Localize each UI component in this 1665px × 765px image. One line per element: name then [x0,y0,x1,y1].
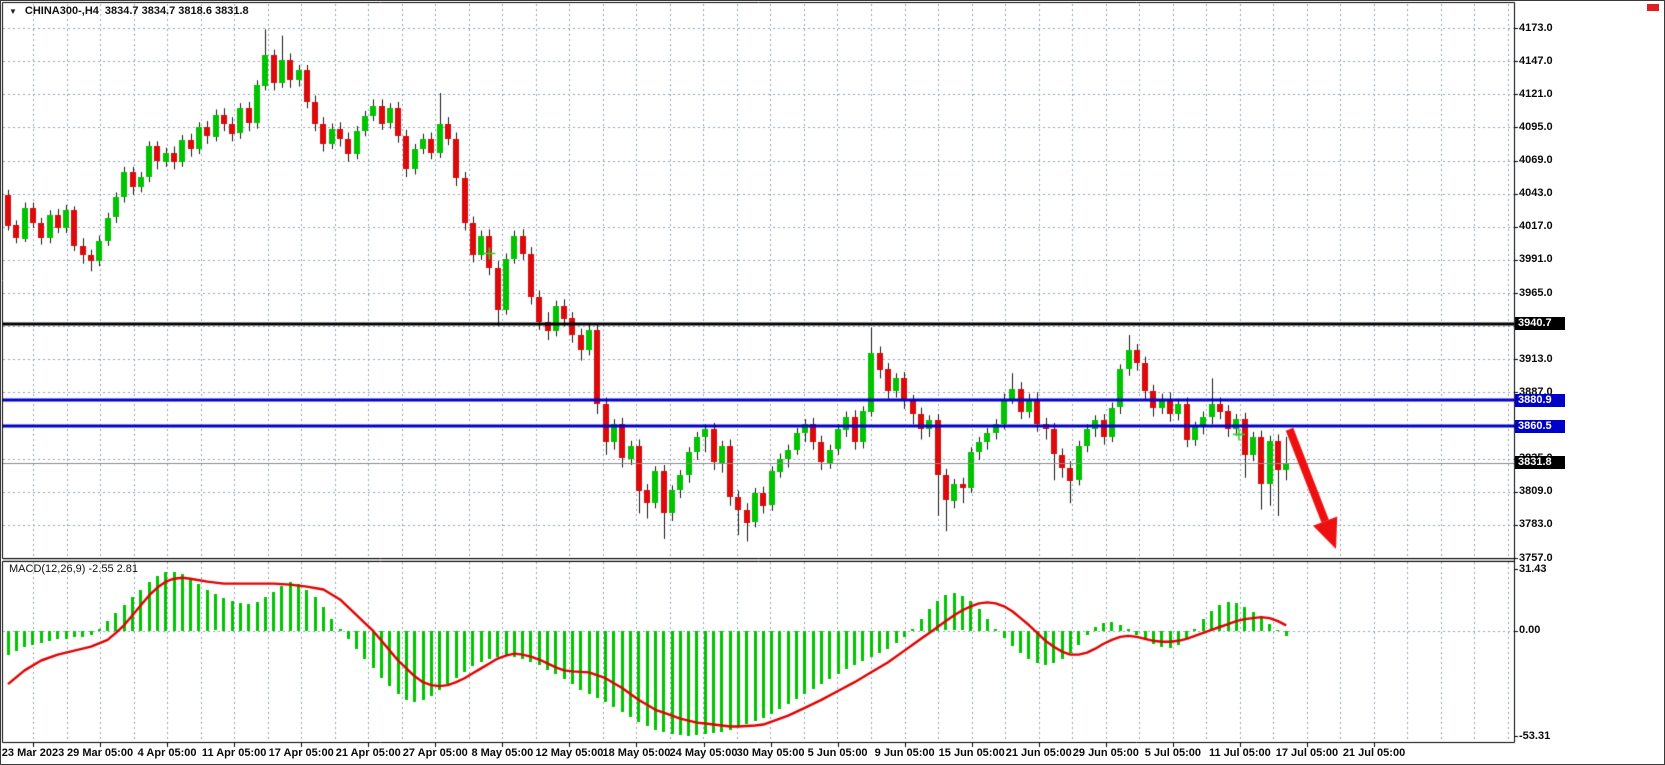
price-badge: 3831.8 [1515,456,1565,469]
top-right-red-marker [1647,4,1659,11]
price-axis-label: 4121.0 [1519,88,1579,101]
time-axis-label: 11 Apr 05:00 [202,747,266,759]
price-axis-label: 4043.0 [1519,187,1579,200]
time-axis-label: 5 Jun 05:00 [808,747,868,759]
time-axis-label: 29 Jun 05:00 [1073,747,1139,759]
time-axis-label: 23 Mar 2023 [2,747,64,759]
time-axis-label: 9 Jun 05:00 [875,747,935,759]
time-axis-label: 18 May 05:00 [602,747,670,759]
price-axis-label: 3809.0 [1519,485,1579,498]
time-axis-label: 29 Mar 05:00 [67,747,133,759]
time-axis-label: 17 Jul 05:00 [1276,747,1338,759]
price-axis-label: 4095.0 [1519,121,1579,134]
price-badge: 3880.9 [1515,394,1565,407]
price-axis-label: 3965.0 [1519,287,1579,300]
price-axis-label: 4173.0 [1519,22,1579,35]
time-axis-label: 15 Jun 05:00 [939,747,1005,759]
time-axis-label: 5 Jul 05:00 [1145,747,1201,759]
time-axis-label: 27 Apr 05:00 [403,747,468,759]
price-axis-label: 4017.0 [1519,220,1579,233]
chart-canvas[interactable] [1,1,1665,765]
price-axis-label: 3991.0 [1519,253,1579,266]
macd-indicator-label: MACD(12,26,9) -2.55 2.81 [9,563,138,575]
chart-title-bar: ▼ CHINA300-,H4 3834.7 3834.7 3818.6 3831… [7,4,249,18]
time-axis-label: 4 Apr 05:00 [138,747,197,759]
time-axis-label: 11 Jul 05:00 [1209,747,1271,759]
macd-axis-label: -53.31 [1519,730,1579,743]
price-axis-label: 4147.0 [1519,55,1579,68]
time-axis-label: 12 May 05:00 [535,747,603,759]
time-axis-label: 21 Apr 05:00 [336,747,401,759]
time-axis-label: 21 Jun 05:00 [1006,747,1072,759]
time-axis-label: 17 Apr 05:00 [269,747,334,759]
time-axis-label: 24 May 05:00 [670,747,738,759]
ohlc-readout: 3834.7 3834.7 3818.6 3831.8 [105,5,249,17]
price-badge: 3860.5 [1515,420,1565,433]
price-badge: 3940.7 [1515,317,1565,330]
macd-values: -2.55 2.81 [88,563,138,575]
macd-axis-label: 0.00 [1519,624,1579,637]
trading-chart-window: ▼ CHINA300-,H4 3834.7 3834.7 3818.6 3831… [0,0,1665,765]
macd-axis-label: 31.43 [1519,563,1579,576]
symbol-dropdown-icon[interactable]: ▼ [7,7,19,16]
price-axis-label: 4069.0 [1519,154,1579,167]
symbol-period-label: CHINA300-,H4 [25,5,99,17]
time-axis-label: 30 May 05:00 [737,747,805,759]
time-axis-label: 8 May 05:00 [471,747,533,759]
price-axis-label: 3913.0 [1519,353,1579,366]
time-axis-label: 21 Jul 05:00 [1343,747,1405,759]
price-axis-label: 3783.0 [1519,518,1579,531]
